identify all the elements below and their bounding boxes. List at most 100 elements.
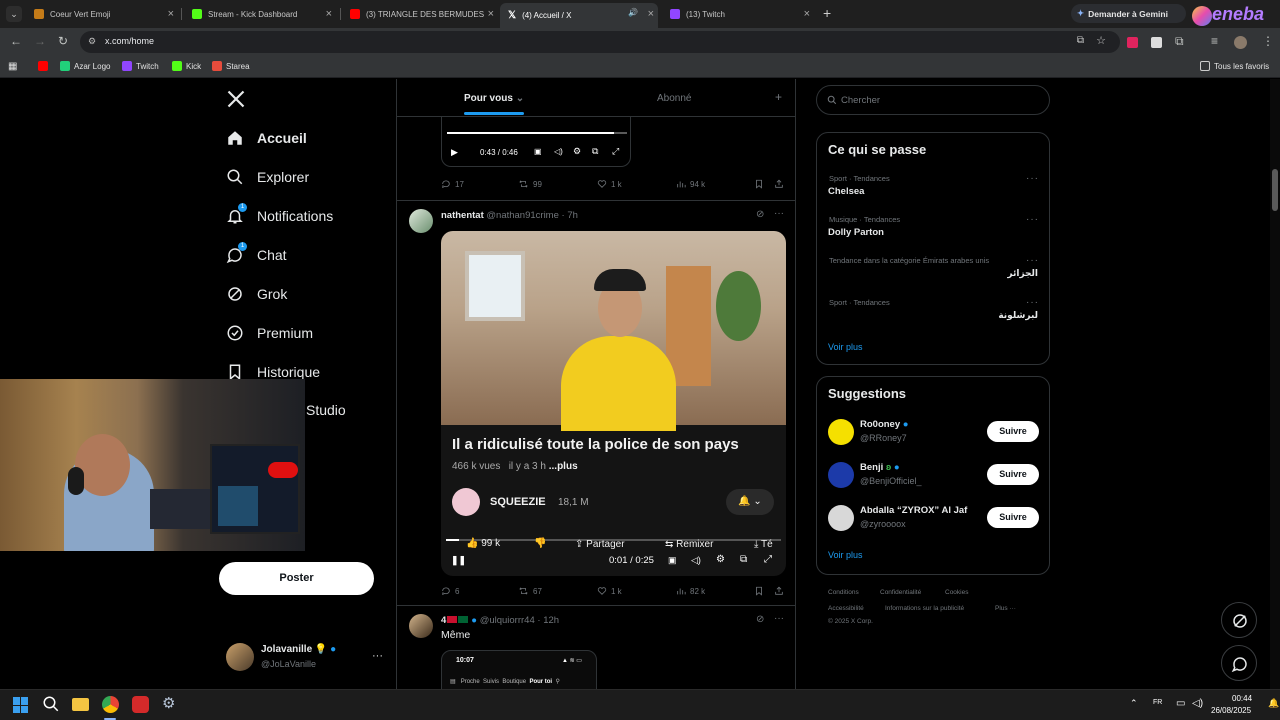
tweet-3[interactable]: 4 ● @ulquiorrr44 · 12h ⊘ ··· Même 10:07 ▲…: [397, 606, 795, 689]
clock-date[interactable]: 26/08/2025: [1211, 706, 1251, 715]
settings-icon[interactable]: ⚙: [573, 146, 581, 157]
address-bar[interactable]: ⚙ x.com/home ⧉ ☆: [80, 31, 1120, 53]
trend-item[interactable]: Sport · Tendances لبرشلونة ···: [817, 295, 1049, 333]
more-icon[interactable]: ···: [1026, 255, 1039, 266]
reply-button[interactable]: 17: [441, 179, 464, 189]
follow-button[interactable]: Suivre: [987, 464, 1039, 485]
suggestions-show-more[interactable]: Voir plus: [828, 550, 863, 560]
follow-button[interactable]: Suivre: [987, 421, 1039, 442]
speaker-icon[interactable]: 🔊: [628, 8, 638, 17]
fullscreen-icon[interactable]: ⤢: [612, 146, 619, 157]
pause-icon[interactable]: ❚❚: [451, 555, 466, 566]
follow-button[interactable]: Suivre: [987, 507, 1039, 528]
like-button[interactable]: 1 k: [597, 586, 622, 596]
trend-item[interactable]: Sport · Tendances Chelsea ···: [817, 171, 1049, 209]
trends-show-more[interactable]: Voir plus: [828, 342, 863, 352]
youtube-bookmark-icon[interactable]: [38, 61, 52, 71]
extension-white-icon[interactable]: [1151, 37, 1162, 48]
red-app-icon[interactable]: [132, 696, 149, 713]
suggestion-row[interactable]: Abdalla “ZYROX” Al Jaf @zyroooox Suivre: [817, 503, 1049, 537]
x-logo-icon[interactable]: [226, 89, 246, 109]
tab-following[interactable]: Abonné: [657, 93, 691, 104]
trend-item[interactable]: Musique · Tendances Dolly Parton ···: [817, 212, 1049, 250]
suggestion-row[interactable]: Benji ʚ ● @BenjiOfficiel_ Suivre: [817, 460, 1049, 494]
more-icon[interactable]: ···: [1026, 214, 1039, 225]
footer-link[interactable]: Conditions: [828, 589, 859, 596]
nav-notifications[interactable]: 1 Notifications: [226, 203, 333, 225]
volume-icon[interactable]: ◁): [1192, 698, 1203, 709]
search-box[interactable]: Chercher: [816, 85, 1050, 115]
footer-link[interactable]: Informations sur la publicité: [885, 605, 964, 612]
embedded-video[interactable]: Il a ridiculisé toute la police de son p…: [441, 231, 786, 576]
reload-icon[interactable]: ↻: [58, 34, 68, 48]
close-icon[interactable]: ×: [648, 8, 654, 20]
settings-icon[interactable]: ⚙: [162, 694, 175, 712]
bookmark-button[interactable]: [754, 179, 768, 189]
close-icon[interactable]: ×: [168, 8, 174, 20]
more-icon[interactable]: ···: [774, 613, 784, 624]
subscribe-bell-button[interactable]: 🔔 ⌄: [726, 489, 774, 515]
nav-explore[interactable]: Explorer: [226, 168, 309, 186]
captions-icon[interactable]: ▣: [668, 555, 677, 566]
tweet-2[interactable]: nathentat @nathan91crime · 7h ⊘ ··· Il a…: [397, 201, 795, 605]
extensions-icon[interactable]: ⧉: [1175, 34, 1184, 48]
grok-icon[interactable]: ⊘: [756, 209, 764, 220]
tab-list-button[interactable]: ⌄: [6, 6, 22, 22]
tab-coeur-vert[interactable]: Coeur Vert Emoji ×: [26, 4, 178, 24]
footer-link[interactable]: Accessibilité: [828, 605, 864, 612]
footer-link[interactable]: Plus ···: [995, 605, 1016, 612]
suggestion-avatar[interactable]: [828, 505, 854, 531]
chrome-icon[interactable]: [102, 696, 119, 713]
reading-list-icon[interactable]: ≡: [1211, 34, 1218, 48]
pip-icon[interactable]: ⧉: [592, 146, 598, 157]
yt-like-button[interactable]: 👍 99 k: [466, 538, 500, 549]
scrollbar-thumb[interactable]: [1272, 169, 1278, 211]
tab-kick-dashboard[interactable]: Stream - Kick Dashboard ×: [184, 4, 336, 24]
repost-button[interactable]: 67: [518, 586, 542, 596]
grok-icon[interactable]: ⊘: [756, 614, 764, 625]
channel-avatar[interactable]: [452, 488, 480, 516]
account-switcher[interactable]: Jolavanille 💡 ● @JoLaVanille ···: [226, 641, 386, 673]
tweet-2-avatar[interactable]: [409, 209, 433, 233]
new-tab-icon[interactable]: +: [823, 5, 831, 21]
bookmark-kick[interactable]: Kick: [172, 61, 201, 71]
pip-icon[interactable]: ⧉: [740, 554, 747, 565]
notifications-icon[interactable]: 🔔: [1268, 698, 1279, 709]
tab-for-you[interactable]: Pour vous ⌄: [464, 93, 524, 104]
footer-link[interactable]: Cookies: [945, 589, 968, 596]
tweet-3-media[interactable]: 10:07 ▲ ≋ ▭ ▤ Proche Suivis Boutique Pou…: [441, 650, 597, 689]
back-icon[interactable]: ←: [10, 34, 22, 48]
post-button[interactable]: Poster: [219, 562, 374, 595]
trend-item[interactable]: Tendance dans la catégorie Émirats arabe…: [817, 253, 1049, 291]
more-icon[interactable]: ···: [1026, 297, 1039, 308]
keyboard-layout-icon[interactable]: FR: [1153, 699, 1162, 706]
site-info-icon[interactable]: ⚙: [88, 36, 96, 47]
file-explorer-icon[interactable]: [72, 698, 89, 711]
tab-youtube[interactable]: (3) TRIANGLE DES BERMUDES ×: [342, 4, 498, 24]
messages-fab[interactable]: [1221, 645, 1257, 681]
bookmark-azar[interactable]: Azar Logo: [60, 61, 110, 71]
tweet-3-avatar[interactable]: [409, 614, 433, 638]
bookmark-button[interactable]: [754, 586, 768, 596]
views-count[interactable]: 94 k: [676, 179, 705, 189]
share-button[interactable]: [774, 586, 788, 596]
nav-grok[interactable]: Grok: [226, 285, 287, 303]
captions-icon[interactable]: ▣: [534, 147, 542, 156]
extension-red-icon[interactable]: [1127, 37, 1138, 48]
tweet-1-video[interactable]: ▶ 0:43 / 0:46 ▣ ◁) ⚙ ⧉ ⤢: [441, 117, 631, 167]
yt-dislike-icon[interactable]: 👎: [534, 538, 546, 549]
settings-icon[interactable]: ⚙: [716, 554, 725, 565]
bookmark-twitch[interactable]: Twitch: [122, 61, 159, 71]
windows-start-icon[interactable]: [13, 697, 29, 713]
nav-premium[interactable]: Premium: [226, 324, 313, 342]
clock-time[interactable]: 00:44: [1232, 694, 1252, 703]
apps-icon[interactable]: ▦: [8, 61, 17, 72]
repost-button[interactable]: 99: [518, 179, 542, 189]
yt-share-button[interactable]: ⇪ Partager: [575, 539, 625, 550]
footer-link[interactable]: Confidentialité: [880, 589, 921, 596]
profile-avatar[interactable]: [1234, 36, 1247, 49]
add-tab-icon[interactable]: +: [775, 90, 782, 104]
yt-remix-button[interactable]: ⇆ Remixer: [665, 539, 713, 550]
close-icon[interactable]: ×: [804, 8, 810, 20]
star-icon[interactable]: ☆: [1096, 34, 1106, 47]
